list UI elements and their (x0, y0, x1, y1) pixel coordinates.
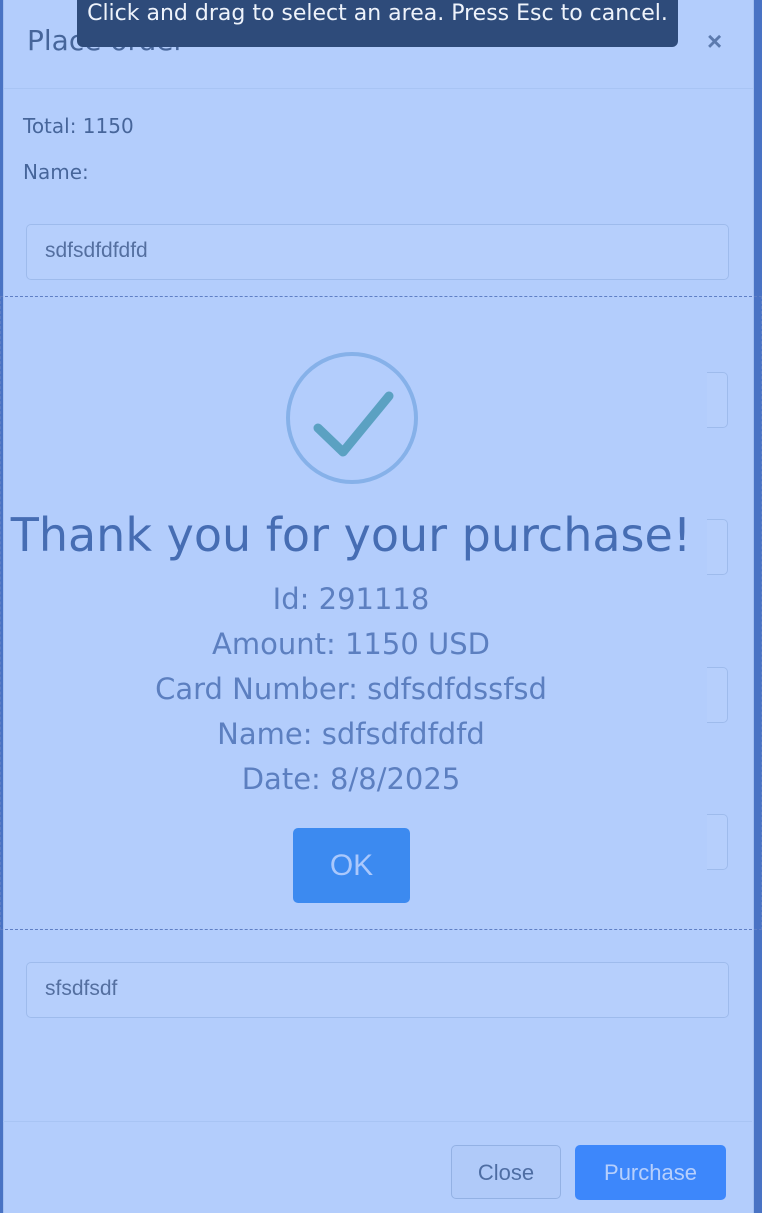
name-input[interactable]: sdfsdfdfdfd (26, 224, 729, 280)
selection-hint: Click and drag to select an area. Press … (77, 0, 678, 47)
check-icon (313, 391, 394, 457)
alert-id: Id: 291118 (272, 582, 430, 616)
total-label: Total: 1150 (23, 114, 134, 138)
alert-name: Name: sdfsdfdfdfd (217, 717, 485, 751)
alert-title: Thank you for your purchase! (10, 508, 692, 562)
country-input[interactable] (707, 372, 728, 428)
alert-card-number: Card Number: sdfsdfdssfsd (155, 672, 547, 706)
close-button[interactable]: Close (451, 1145, 561, 1199)
city-input[interactable] (707, 519, 728, 575)
alert-amount: Amount: 1150 USD (212, 627, 490, 661)
close-icon[interactable]: × (707, 26, 722, 57)
purchase-button[interactable]: Purchase (575, 1145, 726, 1200)
alert-date: Date: 8/8/2025 (241, 762, 461, 796)
name-label: Name: (23, 160, 89, 184)
ok-button[interactable]: OK (293, 828, 410, 903)
month-input[interactable] (707, 814, 728, 870)
credit-card-input[interactable] (707, 667, 728, 723)
year-input[interactable]: sfsdfsdf (26, 962, 729, 1018)
